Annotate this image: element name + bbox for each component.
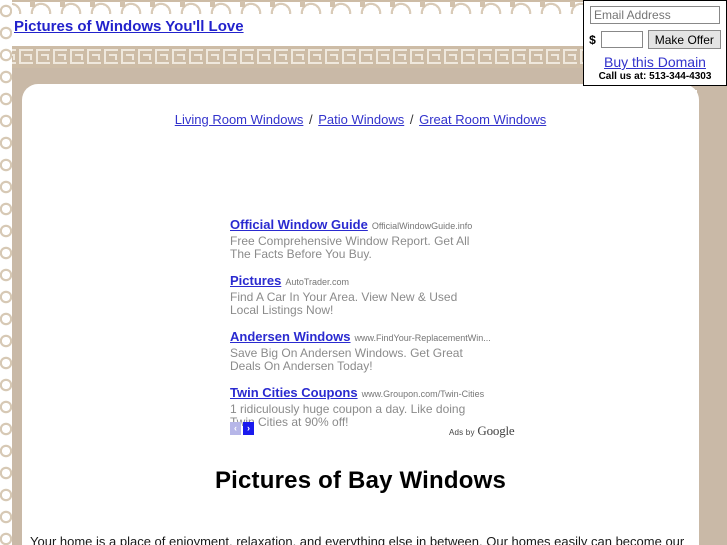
ad-url: AutoTrader.com <box>285 277 350 287</box>
greek-key-motif <box>155 49 169 64</box>
greek-key-motif <box>291 49 305 64</box>
greek-key-motif <box>87 49 101 64</box>
greek-key-motif <box>53 49 67 64</box>
greek-key-motif <box>461 49 475 64</box>
page-title: Pictures of Bay Windows <box>214 467 507 494</box>
greek-key-motif <box>206 49 220 64</box>
site-title-link[interactable]: Pictures of Windows You'll Love <box>14 18 244 35</box>
ads-footer: ‹ › Ads by Google <box>230 422 515 438</box>
greek-key-motif <box>444 49 458 64</box>
make-offer-button[interactable]: Make Offer <box>647 30 721 49</box>
greek-key-motif <box>240 49 254 64</box>
greek-key-motif <box>308 49 322 64</box>
ads-pager: ‹ › <box>230 422 254 435</box>
google-wordmark: Google <box>477 423 515 438</box>
greek-key-motif <box>36 49 50 64</box>
nav-link-patio-windows[interactable]: Patio Windows <box>318 112 404 127</box>
content-panel: Living Room Windows / Patio Windows / Gr… <box>22 84 699 545</box>
google-ads-block: Official Window Guide OfficialWindowGuide… <box>230 216 492 440</box>
chevron-left-icon[interactable]: ‹ <box>230 422 241 435</box>
greek-key-motif <box>478 49 492 64</box>
greek-key-motif <box>376 49 390 64</box>
offer-amount-field[interactable] <box>600 31 643 48</box>
call-us-text: Call us at: 513-344-4303 <box>598 71 712 82</box>
nav-separator: / <box>409 112 414 127</box>
greek-key-motif <box>410 49 424 64</box>
page-root: Pictures of Windows You'll Love $ Make O… <box>0 0 727 545</box>
ad-headline-link[interactable]: Twin Cities Coupons <box>230 385 358 400</box>
category-nav: Living Room Windows / Patio Windows / Gr… <box>22 112 699 127</box>
greek-key-motif <box>563 49 577 64</box>
offer-row: $ Make Offer <box>584 30 726 49</box>
body-paragraph: Your home is a place of enjoyment, relax… <box>30 534 685 545</box>
domain-offer-box: $ Make Offer Buy this Domain Call us at:… <box>583 0 727 86</box>
ad-url: www.FindYour-ReplacementWin... <box>354 333 491 343</box>
nav-link-living-room-windows[interactable]: Living Room Windows <box>175 112 304 127</box>
greek-key-motif <box>529 49 543 64</box>
greek-key-motif <box>359 49 373 64</box>
greek-key-motif <box>427 49 441 64</box>
nav-separator: / <box>308 112 313 127</box>
ad-headline-link[interactable]: Official Window Guide <box>230 217 368 232</box>
ads-by-google-branding[interactable]: Ads by Google <box>449 423 515 439</box>
left-ornament-strip <box>0 0 12 545</box>
ad-item: Official Window Guide OfficialWindowGuide… <box>230 216 492 261</box>
greek-key-motif <box>138 49 152 64</box>
ad-url: OfficialWindowGuide.info <box>371 221 473 231</box>
greek-key-motif <box>274 49 288 64</box>
ad-description: Find A Car In Your Area. View New & Used… <box>230 290 458 317</box>
nav-link-great-room-windows[interactable]: Great Room Windows <box>419 112 546 127</box>
greek-key-motif <box>70 49 84 64</box>
ad-url: www.Groupon.com/Twin-Cities <box>361 389 485 399</box>
greek-key-motif <box>512 49 526 64</box>
greek-key-motif <box>223 49 237 64</box>
greek-key-motif <box>495 49 509 64</box>
ad-headline-link[interactable]: Pictures <box>230 273 281 288</box>
ad-description: Save Big On Andersen Windows. Get Great … <box>230 346 463 373</box>
greek-key-motif <box>257 49 271 64</box>
chevron-right-icon[interactable]: › <box>243 422 254 435</box>
greek-key-motif <box>172 49 186 64</box>
ads-by-label: Ads by <box>449 428 475 437</box>
buy-this-domain-link[interactable]: Buy this Domain <box>584 54 726 70</box>
greek-key-motif <box>104 49 118 64</box>
greek-key-motif <box>342 49 356 64</box>
ad-headline-link[interactable]: Andersen Windows <box>230 329 351 344</box>
greek-key-motif <box>325 49 339 64</box>
email-field[interactable] <box>590 6 720 24</box>
greek-key-motif <box>121 49 135 64</box>
frame-right-band <box>697 68 727 545</box>
ad-description: Free Comprehensive Window Report. Get Al… <box>230 234 470 261</box>
ad-item: Andersen Windows www.FindYour-Replacement… <box>230 328 492 373</box>
greek-key-motif <box>19 49 33 64</box>
greek-key-motif <box>189 49 203 64</box>
greek-key-motif <box>546 49 560 64</box>
greek-key-motif <box>393 49 407 64</box>
ad-item: Pictures AutoTrader.com Find A Car In You… <box>230 272 492 317</box>
currency-symbol: $ <box>589 32 596 47</box>
